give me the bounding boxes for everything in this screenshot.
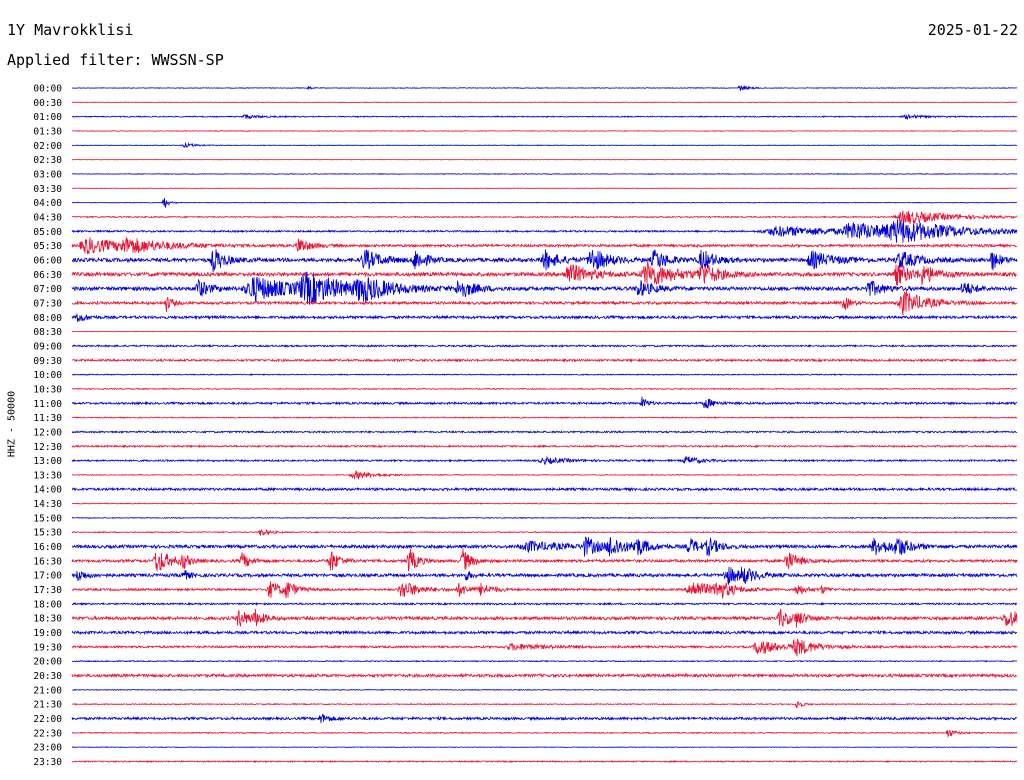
row-time-label: 07:00 (33, 284, 62, 295)
trace-row-04:00 (71, 197, 1018, 208)
trace-row-05:30 (71, 237, 1018, 255)
row-time-label: 13:30 (33, 470, 62, 481)
row-time-label: 12:30 (33, 442, 62, 453)
row-time-label: 14:30 (33, 499, 62, 510)
trace-row-15:30 (71, 528, 1018, 536)
trace-row-09:00 (71, 343, 1017, 348)
trace-row-18:00 (71, 601, 1018, 606)
row-time-label: 03:00 (33, 169, 62, 180)
row-time-label: 21:30 (33, 700, 62, 711)
row-time-label: 04:00 (33, 198, 62, 209)
helicorder-plot: 00:00 00:30 01:00 01:30 02:00 02:30 03:00 03:30… (33, 84, 1018, 769)
row-time-label: 18:30 (33, 614, 62, 625)
trace-row-23:30 (71, 759, 1018, 764)
trace-row-12:30 (71, 444, 1018, 449)
row-time-label: 17:00 (33, 571, 62, 582)
trace-row-13:30 (71, 470, 1018, 481)
trace-row-10:00 (71, 373, 1018, 376)
row-time-label: 02:30 (33, 155, 62, 166)
trace-row-01:00 (71, 113, 1018, 120)
trace-row-03:00 (71, 173, 1018, 175)
row-time-label: 01:30 (33, 126, 62, 137)
trace-row-01:30 (71, 130, 1018, 132)
trace-row-14:00 (71, 486, 1017, 492)
trace-row-06:00 (71, 248, 1018, 273)
row-time-label: 19:00 (33, 628, 62, 639)
trace-row-19:30 (71, 638, 1018, 657)
trace-row-04:30 (71, 210, 1018, 224)
row-time-label: 06:30 (33, 270, 62, 281)
trace-row-00:30 (72, 101, 1018, 104)
trace-row-05:00 (71, 219, 1018, 243)
trace-row-23:00 (71, 746, 1018, 749)
trace-row-16:30 (71, 548, 1018, 572)
row-time-label: 11:00 (33, 399, 62, 410)
row-labels: 00:00 00:30 01:00 01:30 02:00 02:30 03:00 03:30… (33, 84, 62, 769)
row-time-label: 04:30 (33, 212, 62, 223)
row-time-label: 23:00 (33, 743, 62, 754)
row-time-label: 19:30 (33, 642, 62, 653)
row-time-label: 23:30 (33, 757, 62, 768)
trace-row-22:00 (71, 713, 1018, 724)
row-time-label: 00:00 (33, 84, 62, 95)
row-time-label: 18:00 (33, 599, 62, 610)
row-time-label: 15:00 (33, 513, 62, 524)
row-time-label: 09:30 (33, 356, 62, 367)
trace-row-22:30 (71, 729, 1018, 738)
trace-row-00:00 (71, 85, 1018, 91)
row-time-label: 00:30 (33, 98, 62, 109)
trace-row-16:00 (71, 536, 1018, 557)
trace-row-10:30 (71, 387, 1017, 391)
row-time-label: 03:30 (33, 184, 62, 195)
row-time-label: 21:00 (33, 685, 62, 696)
row-time-label: 08:30 (33, 327, 62, 338)
row-time-label: 15:30 (33, 528, 62, 539)
trace-rows (71, 85, 1018, 764)
trace-row-18:30 (71, 608, 1018, 628)
trace-row-14:30 (71, 502, 1017, 505)
row-time-label: 20:30 (33, 671, 62, 682)
trace-row-07:00 (71, 271, 1018, 305)
trace-row-20:30 (71, 672, 1017, 679)
trace-row-11:30 (71, 416, 1018, 419)
row-time-label: 01:00 (33, 112, 62, 123)
trace-row-13:00 (71, 455, 1018, 466)
trace-row-15:00 (71, 516, 1018, 520)
row-time-label: 09:00 (33, 341, 62, 352)
row-time-label: 10:30 (33, 384, 62, 395)
row-time-label: 20:00 (33, 657, 62, 668)
trace-row-21:00 (71, 688, 1018, 692)
trace-row-11:00 (71, 396, 1018, 409)
row-time-label: 16:00 (33, 542, 62, 553)
row-time-label: 22:00 (33, 714, 62, 725)
trace-row-20:00 (71, 659, 1018, 663)
row-time-label: 08:00 (33, 313, 62, 324)
row-time-label: 02:00 (33, 141, 62, 152)
row-time-label: 13:00 (33, 456, 62, 467)
trace-row-08:00 (71, 313, 1018, 323)
trace-row-02:00 (71, 141, 1018, 148)
trace-row-12:00 (71, 430, 1018, 434)
trace-row-17:30 (71, 581, 1018, 600)
row-time-label: 06:00 (33, 255, 62, 266)
row-time-label: 11:30 (33, 413, 62, 424)
trace-row-19:00 (71, 629, 1018, 636)
trace-row-09:30 (71, 357, 1018, 363)
row-time-label: 22:30 (33, 728, 62, 739)
trace-row-21:30 (72, 701, 1018, 709)
trace-row-17:00 (71, 566, 1018, 586)
row-time-label: 14:00 (33, 485, 62, 496)
row-time-label: 12:00 (33, 427, 62, 438)
row-time-label: 05:00 (33, 227, 62, 238)
row-time-label: 05:30 (33, 241, 62, 252)
row-time-label: 16:30 (33, 556, 62, 567)
row-time-label: 10:00 (33, 370, 62, 381)
row-time-label: 07:30 (33, 298, 62, 309)
row-time-label: 17:30 (33, 585, 62, 596)
